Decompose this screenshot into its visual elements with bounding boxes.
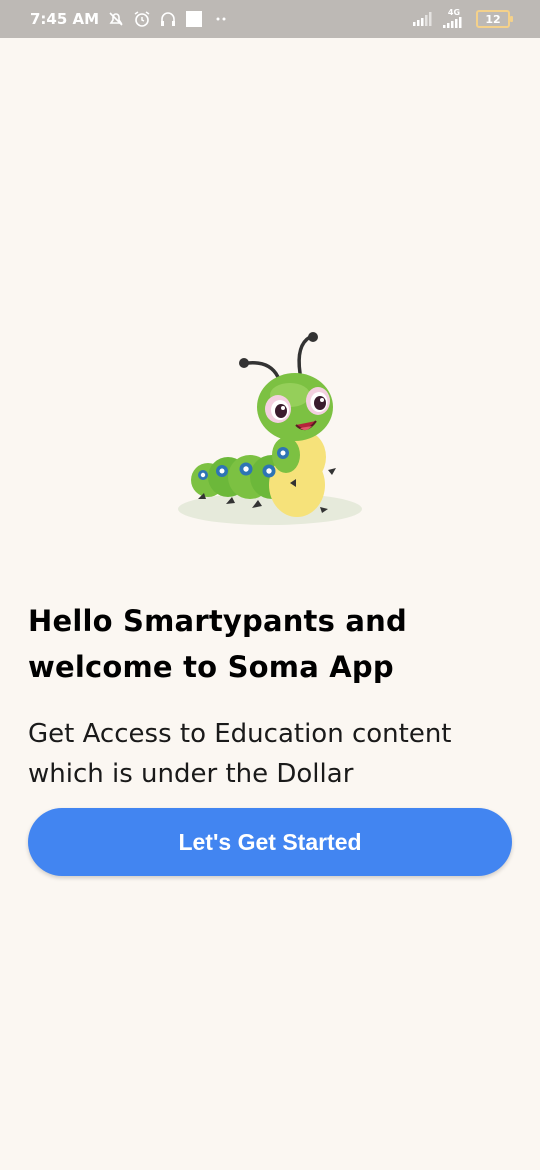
battery-level: 12: [485, 12, 501, 26]
signal-icon: [412, 11, 432, 27]
welcome-subtitle: Get Access to Education content which is…: [28, 714, 518, 794]
subtitle-line-1: Get Access to Education content: [28, 719, 452, 749]
status-time: 7:45 AM: [30, 10, 100, 28]
caterpillar-illustration: [170, 325, 370, 535]
status-bar: 7:45 AM 4G 12: [0, 0, 540, 38]
subtitle-line-2: which is under the Dollar: [28, 759, 354, 789]
status-bar-left: 7:45 AM: [30, 0, 231, 38]
battery-icon: 12: [476, 10, 513, 28]
welcome-headline: Hello Smartypants and welcome to Soma Ap…: [28, 598, 518, 690]
headline-line-1: Hello Smartypants and: [28, 604, 407, 638]
headline-line-2: welcome to Soma App: [28, 650, 394, 684]
square-notification-icon: [185, 10, 203, 28]
get-started-button[interactable]: Let's Get Started: [28, 808, 512, 876]
network-label: 4G: [447, 8, 461, 17]
network-4g-icon: 4G: [442, 9, 466, 29]
alarm-clock-icon: [133, 10, 151, 28]
headset-icon: [159, 10, 177, 28]
status-bar-right: 4G 12: [412, 0, 513, 38]
alarm-off-icon: [107, 10, 125, 28]
more-dots-icon: [211, 10, 231, 28]
